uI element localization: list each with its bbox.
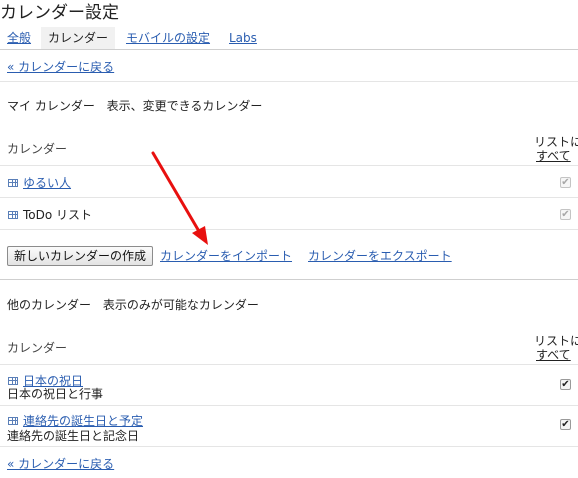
divider — [0, 197, 578, 198]
settings-tabs: 全般 カレンダー モバイルの設定 Labs — [0, 27, 578, 49]
tab-mobile[interactable]: モバイルの設定 — [126, 27, 210, 49]
show-in-list-checkbox[interactable]: ✔ — [560, 177, 571, 188]
my-calendars-heading: マイ カレンダー 表示、変更できるカレンダー — [7, 97, 262, 114]
show-in-list-checkbox[interactable]: ✔ — [560, 379, 571, 390]
other-calendars-column-header: カレンダー — [7, 341, 68, 355]
divider — [0, 165, 578, 166]
divider — [0, 446, 578, 447]
export-calendar-link[interactable]: カレンダーをエクスポート — [308, 247, 452, 264]
divider — [0, 229, 578, 230]
show-in-list-checkbox[interactable]: ✔ — [560, 419, 571, 430]
tab-general[interactable]: 全般 — [7, 27, 31, 49]
my-calendars-column-header: カレンダー — [7, 142, 68, 156]
calendar-item-name: ToDo リスト — [23, 208, 93, 222]
tab-labs[interactable]: Labs — [229, 27, 257, 49]
calendar-grid-icon — [8, 377, 18, 385]
back-to-calendar-link-bottom[interactable]: « カレンダーに戻る — [7, 455, 114, 472]
my-list-all-link[interactable]: すべて — [536, 147, 571, 164]
calendar-grid-icon — [8, 417, 18, 425]
calendar-grid-icon — [8, 211, 18, 219]
tab-calendars[interactable]: カレンダー — [41, 27, 116, 49]
tabs-divider — [0, 49, 578, 50]
my-calendars-description: 表示、変更できるカレンダー — [106, 99, 263, 113]
show-in-list-checkbox[interactable]: ✔ — [560, 209, 571, 220]
calendar-item-subtitle: 日本の祝日と行事 — [7, 387, 104, 401]
page-title: カレンダー設定 — [0, 3, 119, 23]
back-to-calendar-link-top[interactable]: « カレンダーに戻る — [7, 58, 114, 75]
other-calendars-title: 他のカレンダー — [7, 298, 92, 312]
my-calendars-title: マイ カレンダー — [7, 99, 95, 113]
section-divider — [0, 279, 578, 280]
other-list-all-link[interactable]: すべて — [536, 346, 571, 363]
other-calendars-heading: 他のカレンダー 表示のみが可能なカレンダー — [7, 296, 259, 313]
calendar-item-subtitle: 連絡先の誕生日と記念日 — [7, 429, 140, 443]
calendar-grid-icon — [8, 179, 18, 187]
red-arrow-icon — [151, 151, 208, 245]
other-calendars-description: 表示のみが可能なカレンダー — [102, 298, 259, 312]
create-calendar-button[interactable]: 新しいカレンダーの作成 — [7, 246, 154, 266]
calendar-item-name[interactable]: ゆるい人 — [23, 174, 71, 191]
divider — [0, 405, 578, 406]
divider — [0, 364, 578, 365]
divider — [0, 81, 578, 82]
